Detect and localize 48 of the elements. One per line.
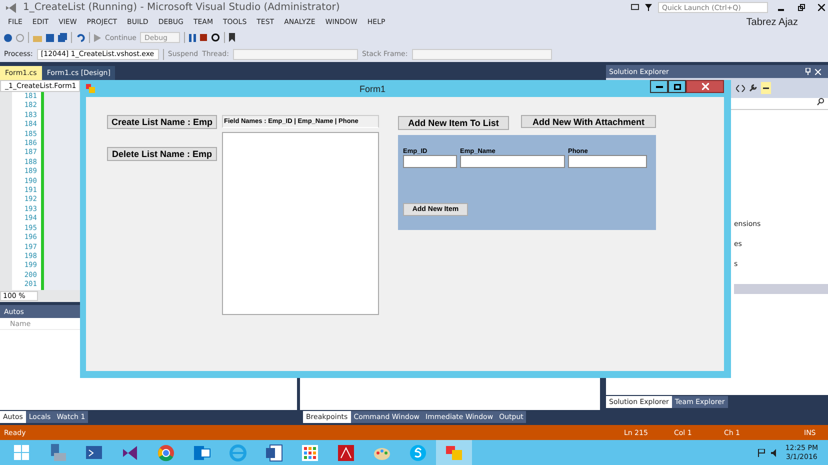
close-icon bbox=[702, 83, 708, 90]
undo-icon[interactable] bbox=[76, 33, 85, 42]
back-icon[interactable] bbox=[4, 34, 12, 42]
palette-icon bbox=[374, 448, 390, 460]
bookmark-icon[interactable] bbox=[229, 33, 236, 42]
infinity-logo-icon bbox=[5, 2, 17, 12]
document-icon bbox=[266, 444, 282, 461]
text-field[interactable] bbox=[568, 155, 647, 168]
pdf-icon bbox=[338, 444, 354, 460]
window-app-icon bbox=[446, 446, 462, 460]
pause-icon[interactable] bbox=[189, 34, 196, 42]
collapse-icon[interactable] bbox=[761, 82, 771, 94]
add-with-attachment-button[interactable]: Add New With Attachment bbox=[521, 115, 656, 128]
grid-icon bbox=[302, 444, 318, 460]
filter-icon bbox=[645, 4, 652, 11]
form-icon bbox=[86, 84, 95, 93]
flag-icon[interactable] bbox=[758, 448, 766, 456]
text-field[interactable] bbox=[403, 155, 457, 168]
pin-icon[interactable] bbox=[805, 68, 811, 75]
server-icon bbox=[51, 444, 66, 460]
e-logo-icon bbox=[230, 444, 246, 461]
text-field[interactable] bbox=[460, 155, 565, 168]
comment-icon bbox=[631, 4, 639, 11]
create-list-button[interactable]: Create List Name : Emp bbox=[107, 115, 217, 129]
delete-list-button[interactable]: Delete List Name : Emp bbox=[107, 147, 217, 161]
windows-logo-icon bbox=[14, 444, 29, 460]
chat-logo-icon bbox=[410, 444, 426, 460]
window-title: Form1 bbox=[358, 84, 386, 94]
close-icon[interactable] bbox=[815, 68, 821, 74]
infinity-logo-icon bbox=[123, 446, 137, 460]
color-wheel-icon bbox=[158, 444, 174, 461]
code-icon[interactable] bbox=[736, 84, 745, 92]
minimize-icon bbox=[656, 85, 662, 88]
minimize-button[interactable] bbox=[650, 80, 668, 93]
terminal-icon bbox=[86, 446, 102, 458]
search-icon[interactable] bbox=[817, 98, 824, 106]
window-title: 1_CreateList (Running) - Microsoft Visual Studio (Administrator) bbox=[23, 2, 340, 13]
add-item-to-list-button[interactable]: Add New Item To List bbox=[398, 116, 509, 130]
user-name[interactable]: Tabrez Ajaz bbox=[746, 16, 828, 28]
stop-icon[interactable] bbox=[200, 34, 208, 41]
save-all-icon[interactable] bbox=[58, 33, 67, 42]
maximize-button[interactable] bbox=[668, 80, 686, 93]
save-icon[interactable] bbox=[46, 34, 54, 42]
restart-icon[interactable] bbox=[211, 33, 220, 42]
mail-icon bbox=[194, 446, 210, 460]
maximize-icon bbox=[674, 84, 680, 90]
wrench-icon[interactable] bbox=[749, 84, 757, 92]
close-button[interactable] bbox=[686, 80, 724, 93]
